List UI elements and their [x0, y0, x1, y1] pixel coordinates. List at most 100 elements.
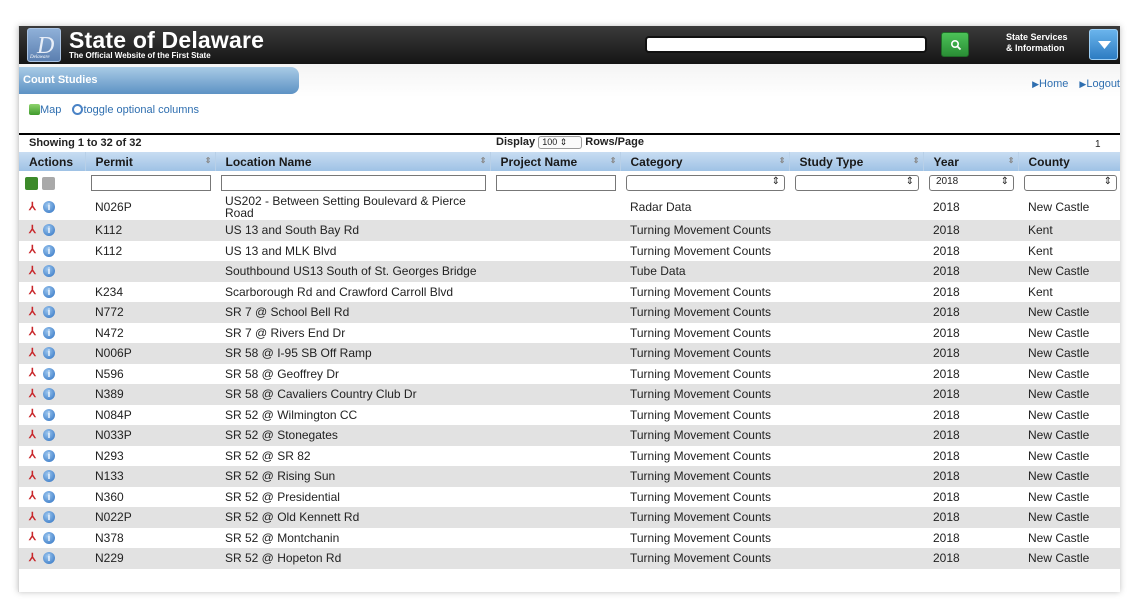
pdf-icon[interactable]: ⅄: [29, 449, 40, 462]
info-icon[interactable]: i: [43, 367, 55, 380]
table-row: ⅄ i N772 SR 7 @ School Bell Rd Turning Movem…: [19, 302, 1120, 323]
year-filter-select[interactable]: 2018 ⇕: [929, 174, 1014, 191]
info-icon[interactable]: i: [43, 285, 55, 298]
pdf-icon[interactable]: ⅄: [29, 470, 40, 483]
info-icon[interactable]: i: [43, 470, 55, 483]
info-icon[interactable]: i: [43, 347, 55, 360]
year-cell: 2018: [923, 404, 1018, 425]
county-cell: New Castle: [1018, 343, 1120, 364]
project-filter-input[interactable]: [496, 174, 616, 191]
info-icon[interactable]: i: [43, 449, 55, 462]
permit-cell: N389: [85, 384, 215, 405]
sort-icon: ⇕: [204, 156, 212, 165]
county-cell: New Castle: [1018, 384, 1120, 405]
col-project[interactable]: Project Name ⇕: [490, 152, 621, 171]
info-icon[interactable]: i: [43, 511, 55, 524]
header-row: Actions Permit ⇕ Location Name ⇕ Project N…: [19, 152, 1120, 171]
year-cell: 2018: [923, 384, 1018, 405]
category-cell: Turning Movement Counts: [620, 404, 789, 425]
info-icon[interactable]: i: [43, 490, 55, 503]
col-permit[interactable]: Permit ⇕: [85, 152, 216, 171]
site-title[interactable]: State of Delaware: [69, 27, 264, 54]
pdf-icon[interactable]: ⅄: [29, 326, 40, 339]
actions-cell: ⅄ i: [19, 194, 85, 220]
rows-per-page-select[interactable]: 100 ⇕: [538, 136, 583, 149]
category-cell: Tube Data: [620, 261, 789, 282]
info-icon[interactable]: i: [43, 531, 55, 544]
col-actions: Actions: [19, 152, 86, 171]
project-cell: [490, 507, 620, 528]
pdf-icon[interactable]: ⅄: [29, 429, 40, 442]
clear-filter-button[interactable]: [42, 176, 55, 190]
pdf-icon[interactable]: ⅄: [29, 531, 40, 544]
col-project-label: Project Name: [500, 154, 578, 169]
col-study-type[interactable]: Study Type ⇕: [789, 152, 924, 171]
top-nav: ▶Home ▶Logout: [1032, 78, 1120, 90]
page-number[interactable]: 1: [1095, 139, 1101, 150]
info-icon[interactable]: i: [43, 388, 55, 401]
permit-filter-input[interactable]: [91, 174, 211, 191]
info-icon[interactable]: i: [43, 265, 55, 278]
col-category[interactable]: Category ⇕: [620, 152, 790, 171]
col-location[interactable]: Location Name ⇕: [215, 152, 491, 171]
info-icon[interactable]: i: [43, 201, 55, 214]
location-cell: SR 52 @ Old Kennett Rd: [215, 507, 490, 528]
location-cell: SR 58 @ I-95 SB Off Ramp: [215, 343, 490, 364]
table-row: ⅄ i N084P SR 52 @ Wilmington CC Turning Move…: [19, 404, 1120, 425]
col-county[interactable]: County: [1018, 152, 1120, 171]
year-cell: 2018: [923, 363, 1018, 384]
info-icon[interactable]: i: [43, 224, 55, 237]
delaware-logo[interactable]: D Delaware: [27, 28, 61, 62]
category-cell: Turning Movement Counts: [620, 240, 789, 261]
filter-category-cell: ⇕: [620, 171, 789, 194]
info-icon[interactable]: i: [43, 306, 55, 319]
year-cell: 2018: [923, 527, 1018, 548]
map-link[interactable]: Map: [40, 104, 61, 116]
site-search-input[interactable]: [645, 36, 927, 53]
logout-link[interactable]: Logout: [1086, 78, 1120, 90]
pdf-icon[interactable]: ⅄: [29, 388, 40, 401]
home-link[interactable]: Home: [1039, 78, 1068, 90]
pdf-icon[interactable]: ⅄: [29, 408, 40, 421]
pdf-icon[interactable]: ⅄: [29, 306, 40, 319]
info-icon[interactable]: i: [43, 429, 55, 442]
apply-filter-button[interactable]: [25, 176, 38, 190]
pdf-icon[interactable]: ⅄: [29, 490, 40, 503]
info-icon[interactable]: i: [43, 408, 55, 421]
location-filter-input[interactable]: [221, 174, 486, 191]
col-permit-label: Permit: [95, 154, 133, 169]
select-arrows-icon: ⇕: [1000, 175, 1009, 187]
pdf-icon[interactable]: ⅄: [29, 224, 40, 237]
county-filter-select[interactable]: ⇕: [1024, 174, 1117, 191]
col-year[interactable]: Year ⇕: [923, 152, 1019, 171]
pdf-icon[interactable]: ⅄: [29, 244, 40, 257]
actions-cell: ⅄ i: [19, 548, 85, 569]
table-row: ⅄ i N389 SR 58 @ Cavaliers Country Club Dr T…: [19, 384, 1120, 405]
location-cell: US 13 and MLK Blvd: [215, 240, 490, 261]
location-cell: SR 58 @ Cavaliers Country Club Dr: [215, 384, 490, 405]
sort-icon: ⇕: [1007, 156, 1015, 165]
pdf-icon[interactable]: ⅄: [29, 511, 40, 524]
info-icon[interactable]: i: [43, 552, 55, 565]
col-category-label: Category: [630, 154, 683, 169]
study-type-cell: [789, 527, 923, 548]
info-icon[interactable]: i: [43, 326, 55, 339]
pdf-icon[interactable]: ⅄: [29, 347, 40, 360]
year-cell: 2018: [923, 322, 1018, 343]
county-cell: New Castle: [1018, 363, 1120, 384]
info-icon[interactable]: i: [43, 244, 55, 257]
section-tab[interactable]: Count Studies: [19, 67, 299, 94]
pdf-icon[interactable]: ⅄: [29, 285, 40, 298]
state-services-link[interactable]: State Services & Information: [1006, 32, 1068, 54]
pdf-icon[interactable]: ⅄: [29, 265, 40, 278]
study-type-filter-select[interactable]: ⇕: [795, 174, 919, 191]
services-menu-button[interactable]: [1089, 29, 1118, 60]
table-info-bar: Showing 1 to 32 of 32 Display 100 ⇕ Rows…: [19, 135, 1120, 152]
select-arrows-icon: ⇕: [905, 175, 914, 187]
pdf-icon[interactable]: ⅄: [29, 552, 40, 565]
pdf-icon[interactable]: ⅄: [29, 201, 40, 214]
search-button[interactable]: [941, 32, 969, 57]
toggle-columns-link[interactable]: toggle optional columns: [83, 104, 199, 116]
category-filter-select[interactable]: ⇕: [626, 174, 785, 191]
pdf-icon[interactable]: ⅄: [29, 367, 40, 380]
